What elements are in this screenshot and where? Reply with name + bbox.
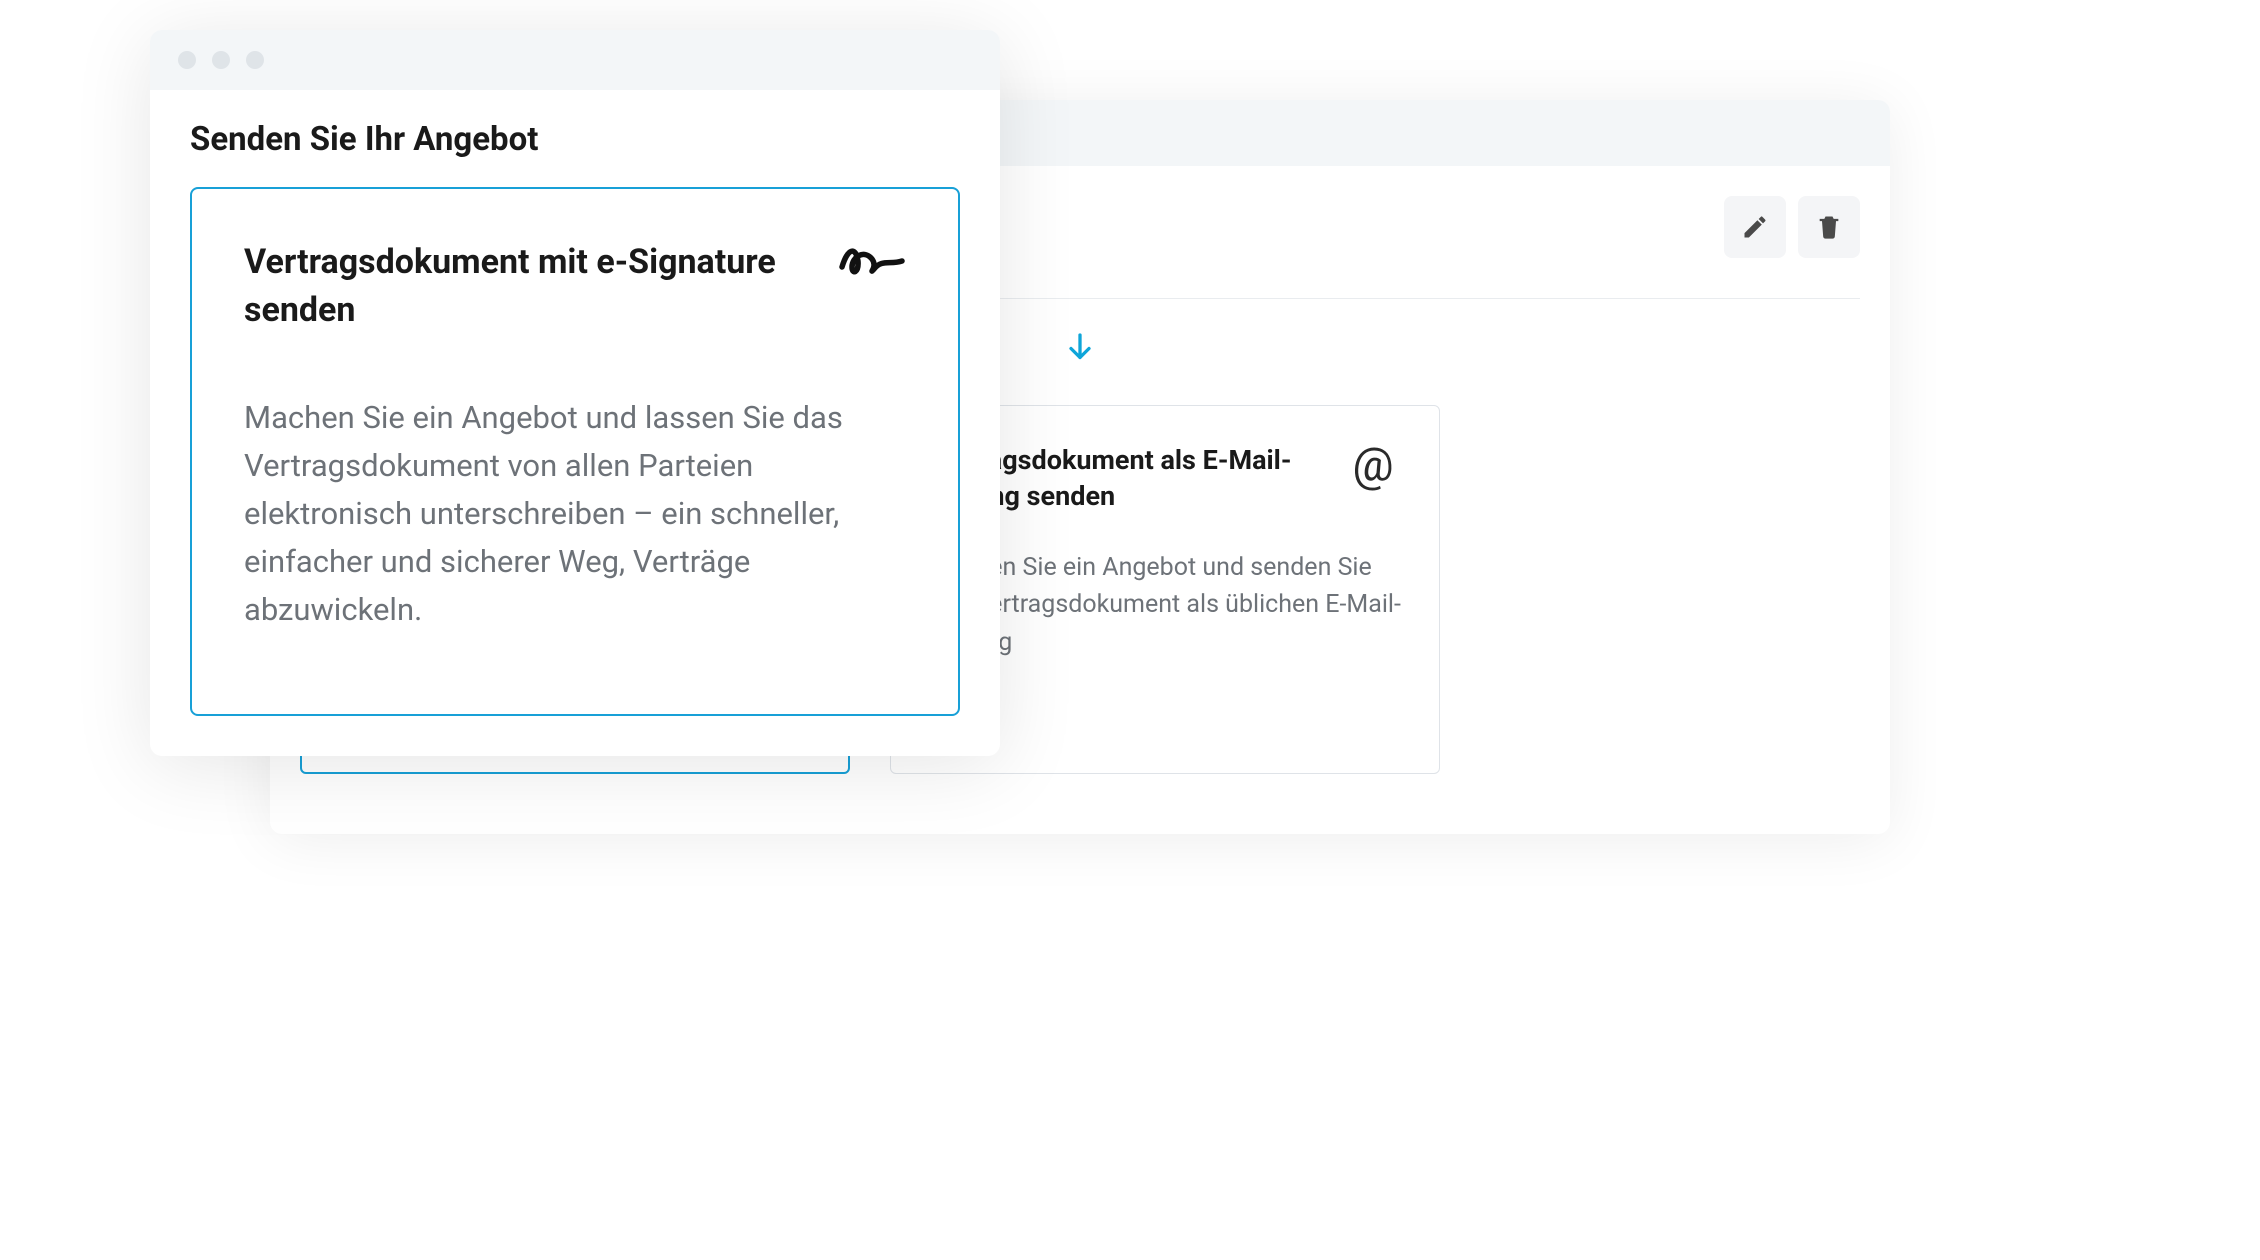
traffic-light-dot	[178, 51, 196, 69]
arrow-down-icon	[1062, 329, 1098, 365]
delete-button[interactable]	[1798, 196, 1860, 258]
send-offer-modal: Senden Sie Ihr Angebot Vertragsdokument …	[150, 30, 1000, 756]
modal-title: Senden Sie Ihr Angebot	[190, 120, 960, 159]
at-icon: @	[1352, 442, 1393, 488]
window-chrome	[150, 30, 1000, 90]
traffic-light-dot	[246, 51, 264, 69]
edit-button[interactable]	[1724, 196, 1786, 258]
option-description: Machen Sie ein Angebot und lassen Sie da…	[244, 394, 906, 634]
traffic-light-dot	[212, 51, 230, 69]
trash-icon	[1815, 213, 1843, 241]
option-title: Vertragsdokument mit e-Signature senden	[244, 239, 818, 334]
signature-icon	[838, 239, 906, 279]
option-card-esignature[interactable]: Vertragsdokument mit e-Signature senden …	[190, 187, 960, 716]
pencil-icon	[1741, 213, 1769, 241]
